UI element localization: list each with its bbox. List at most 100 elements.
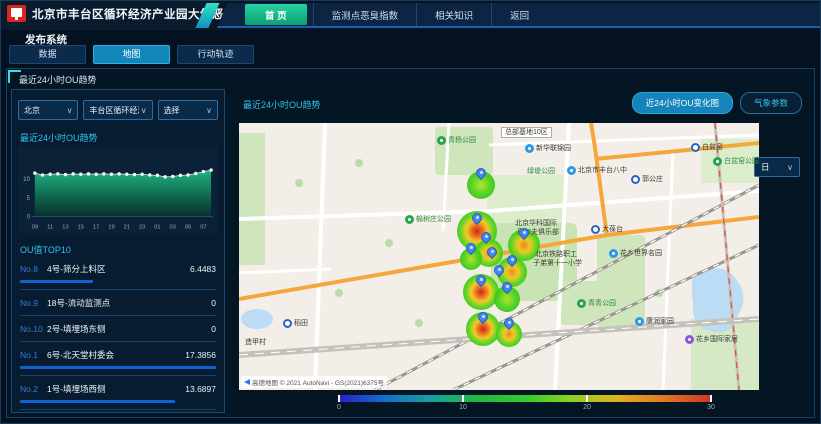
map-label: 稻田 (283, 319, 308, 328)
metro-poi-icon (283, 319, 292, 328)
svg-text:17: 17 (93, 225, 99, 231)
map-pin-icon[interactable] (476, 275, 486, 285)
heatmap-colorbar: 0102030 (339, 395, 711, 413)
list-item: No.102号-填埋场东侧0 (20, 316, 216, 342)
tab-data[interactable]: 数据 (9, 45, 86, 64)
main-panel: 最近24小时OU趋势 北京 ∨ 丰台区循环经济产 ∨ 选择 ∨ 最近24小时OU… (6, 68, 815, 418)
map-pin-icon[interactable] (466, 243, 476, 253)
svg-text:11: 11 (47, 225, 53, 231)
map-pin-icon[interactable] (519, 228, 529, 238)
trend-chart-title: 最近24小时OU趋势 (20, 131, 224, 144)
chevron-down-icon: ∨ (141, 106, 147, 115)
map-label: 绿堤公园 (527, 168, 555, 175)
view-tabs: 数据 地图 行动轨迹 (9, 45, 254, 64)
ou-top-list: No.84号-筛分上料区6.4483No.918号-流动监测点0No.102号-… (20, 256, 216, 410)
map-pin-icon[interactable] (478, 312, 488, 322)
colorbar-tick (586, 395, 588, 402)
map-pin-icon[interactable] (476, 168, 486, 178)
park-poi-icon (577, 299, 586, 308)
city-select[interactable]: 北京 ∨ (18, 100, 78, 120)
map-label: 青杨公园 (437, 136, 476, 145)
map-label: 郭公庄 (631, 175, 663, 184)
panel-title: 最近24小时OU趋势 (19, 73, 97, 86)
shop-poi-icon (685, 335, 694, 344)
ou-value: 0 (211, 298, 216, 308)
rank-label: No.10 (20, 324, 47, 334)
map-label: 新华联锦园 (525, 144, 571, 153)
ou-change-chart-button[interactable]: 近24小时OU变化图 (632, 92, 733, 114)
metro-poi-icon (631, 175, 640, 184)
rank-label: No.9 (20, 298, 47, 308)
colorbar-tick (710, 395, 712, 402)
map-pin-icon[interactable] (472, 213, 482, 223)
station-name: 1号-填埋场西侧 (47, 383, 185, 395)
ou-value: 6.4483 (190, 264, 216, 274)
map-pin-icon[interactable] (487, 247, 497, 257)
nav-item-odor-index[interactable]: 监测点恶臭指数 (313, 3, 417, 26)
map-label: 总部基地10区 (501, 127, 552, 138)
svg-text:15: 15 (78, 225, 84, 231)
station-name: 4号-筛分上料区 (47, 263, 190, 275)
nav-bar: 首 页 监测点恶臭指数 相关知识 返回 (217, 3, 820, 28)
station-name: 6号-北天堂村委会 (47, 349, 185, 361)
metro-poi-icon (691, 143, 700, 152)
poi-poi-icon (635, 317, 644, 326)
rank-label: No.2 (20, 384, 47, 394)
ou-trend-svg: 0510091113151719212301030507 (18, 147, 218, 233)
svg-text:03: 03 (170, 225, 176, 231)
map-pin-icon[interactable] (504, 318, 514, 328)
map-attribution: 高德地图 © 2021 AutoNavi - GS(2021)6375号 (241, 376, 387, 388)
map[interactable]: 高德地图 © 2021 AutoNavi - GS(2021)6375号 总部基… (239, 123, 759, 390)
map-section: 最近24小时OU趋势 近24小时OU变化图 气象参数 (231, 89, 810, 413)
station-name: 18号-流动监测点 (47, 297, 211, 309)
list-item: No.918号-流动监测点0 (20, 290, 216, 316)
map-label: 康润家园 (635, 317, 674, 326)
svg-text:5: 5 (27, 196, 31, 202)
map-label: 北京铁路职工 (535, 251, 577, 258)
map-label: 花乡世界名园 (609, 249, 662, 258)
ou-value: 0 (211, 324, 216, 334)
park-poi-icon (713, 157, 722, 166)
station-select[interactable]: 选择 ∨ (158, 100, 218, 120)
top-list-title: OU值TOP10 (20, 243, 224, 256)
colorbar-tick-label: 30 (707, 404, 715, 411)
svg-text:05: 05 (185, 225, 191, 231)
ou-value: 17.3856 (185, 350, 216, 360)
map-pin-icon[interactable] (507, 255, 517, 265)
chevron-down-icon: ∨ (67, 106, 73, 115)
poi-poi-icon (609, 249, 618, 258)
svg-text:19: 19 (108, 225, 114, 231)
chevron-down-icon: ∨ (787, 163, 793, 172)
svg-text:09: 09 (32, 225, 38, 231)
park-select[interactable]: 丰台区循环经济产 ∨ (83, 100, 152, 120)
value-bar (20, 366, 216, 369)
map-pin-icon[interactable] (481, 232, 491, 242)
rank-label: No.8 (20, 264, 47, 274)
nav-item-back[interactable]: 返回 (491, 3, 547, 26)
map-pin-icon[interactable] (494, 265, 504, 275)
sidebar: 北京 ∨ 丰台区循环经济产 ∨ 选择 ∨ 最近24小时OU趋势 05100911… (11, 89, 225, 413)
map-label: 大葆台 (591, 225, 623, 234)
station-name: 2号-填埋场东侧 (47, 323, 211, 335)
colorbar-tick (462, 395, 464, 402)
svg-text:23: 23 (139, 225, 145, 231)
top-bar: 北京市丰台区循环经济产业园大气恶臭状况实时 首 页 监测点恶臭指数 相关知识 返… (1, 1, 820, 30)
map-pin-icon[interactable] (502, 282, 512, 292)
weather-params-button[interactable]: 气象参数 (740, 92, 802, 114)
list-item: No.21号-填埋场西侧13.6897 (20, 376, 216, 410)
colorbar-tick-label: 20 (583, 404, 591, 411)
metro-poi-icon (591, 225, 600, 234)
map-label: 造甲村 (245, 339, 266, 346)
svg-text:10: 10 (23, 177, 30, 183)
tab-map[interactable]: 地图 (93, 45, 170, 64)
period-select[interactable]: 日 ∨ (754, 157, 800, 177)
tab-track[interactable]: 行动轨迹 (177, 45, 254, 64)
nav-item-knowledge[interactable]: 相关知识 (416, 3, 491, 26)
autonavi-logo-icon (244, 379, 250, 385)
map-label: 榆树庄公园 (405, 215, 451, 224)
ou-trend-chart: 0510091113151719212301030507 (18, 147, 218, 233)
park-poi-icon (405, 215, 414, 224)
app-logo-icon (7, 5, 26, 22)
nav-item-home[interactable]: 首 页 (245, 4, 307, 25)
svg-text:13: 13 (62, 225, 68, 231)
